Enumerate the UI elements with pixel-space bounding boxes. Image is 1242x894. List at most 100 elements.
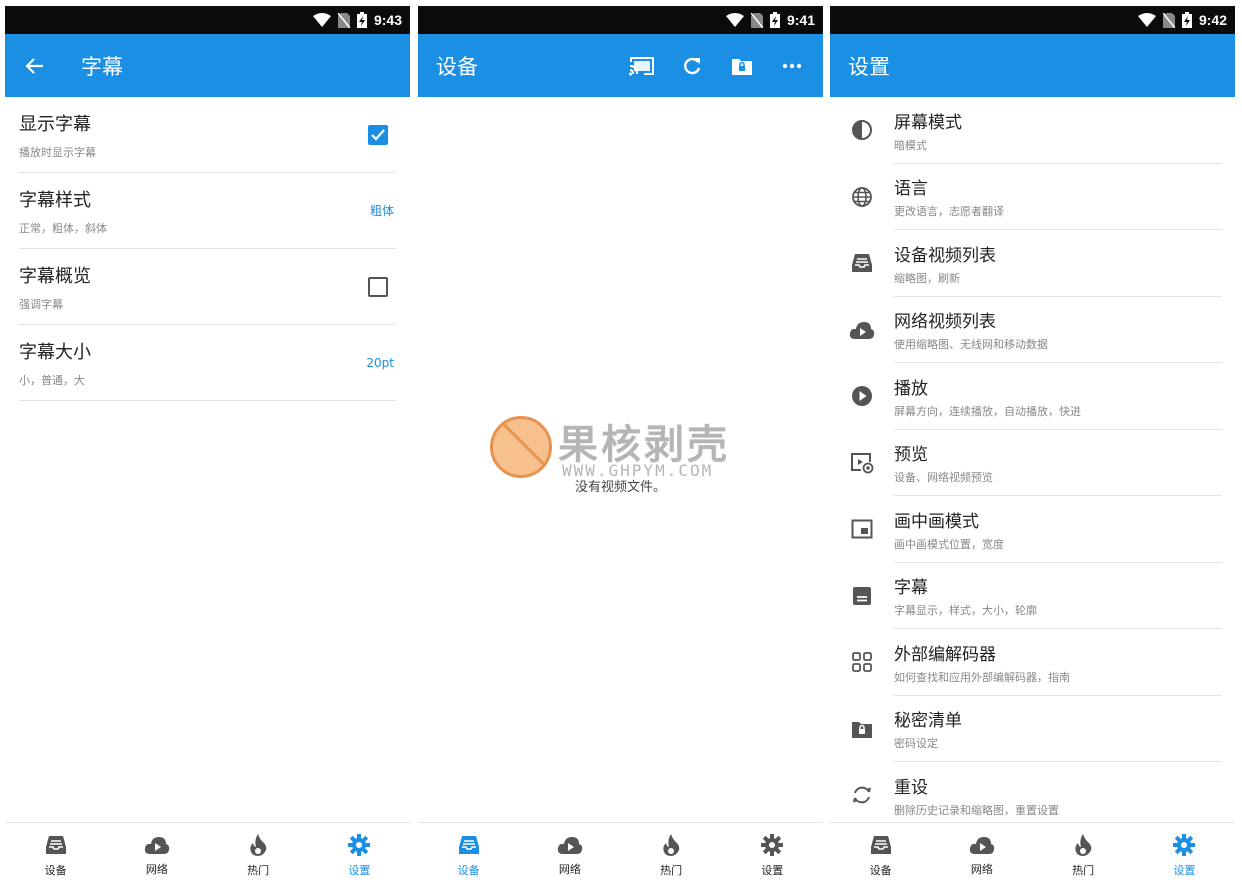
inbox-icon: [458, 835, 479, 854]
item-title: 语言: [894, 179, 928, 200]
status-bar: 9:42: [830, 6, 1235, 34]
cloud-play-icon: [557, 836, 583, 854]
item-title: 播放: [894, 378, 928, 399]
item-desc: 屏幕方向，连续播放，自动播放，快进: [894, 404, 1081, 418]
item-title: 重设: [894, 777, 928, 798]
flame-icon: [1075, 833, 1092, 856]
tab-label: 设置: [348, 863, 371, 877]
tab-label: 热门: [660, 863, 683, 877]
page-title: 设置: [848, 54, 890, 79]
item-desc: 画中画模式位置，宽度: [894, 537, 1004, 551]
status-time: 9:42: [1198, 12, 1227, 28]
tab-label: 设备: [869, 863, 892, 877]
item-title: 画中画模式: [894, 511, 979, 532]
subtitles-icon: [853, 586, 871, 605]
tab-label: 网络: [970, 862, 993, 876]
settings-item-screen-mode[interactable]: 屏幕模式 暗模式: [830, 97, 1235, 164]
tab-hot[interactable]: 热门: [208, 823, 309, 888]
reset-icon: [853, 786, 871, 804]
item-desc: 更改语言，志愿者翻译: [894, 205, 1004, 219]
app-bar: 设备: [418, 34, 823, 97]
settings-item-codec[interactable]: 外部编解码器如何查找和应用外部编解码器，指南: [830, 629, 1235, 696]
more-button[interactable]: [767, 41, 817, 91]
row-desc: 小，普通，大: [19, 373, 85, 387]
refresh-icon: [684, 57, 701, 74]
settings-item-playback[interactable]: 播放屏幕方向，连续播放，自动播放，快进: [830, 363, 1235, 430]
no-sim-icon: [750, 12, 763, 28]
settings-item-preview[interactable]: 预览 设备、网络视频预览: [830, 430, 1235, 497]
tab-label: 设备: [457, 863, 480, 877]
subtitle-screen: 9:43 字幕 显示字幕 播放时显示字幕 字幕样式 正常，粗体，斜体 粗体 字幕…: [5, 6, 410, 888]
subtitle-overview-checkbox[interactable]: [368, 276, 388, 297]
refresh-button[interactable]: [667, 41, 717, 91]
show-subtitle-row[interactable]: 显示字幕 播放时显示字幕: [19, 97, 396, 173]
tab-device[interactable]: 设备: [830, 823, 931, 888]
row-desc: 强调字幕: [19, 297, 63, 311]
app-bar: 字幕: [5, 34, 410, 97]
back-button[interactable]: [5, 56, 65, 76]
settings-list: 屏幕模式 暗模式 语言更改语言，志愿者翻译 设备视频列表 缩略图，刷新 网络视频列表…: [830, 97, 1235, 829]
wifi-icon: [1137, 13, 1156, 27]
settings-item-pip[interactable]: 画中画模式画中画模式位置，宽度: [830, 496, 1235, 563]
tab-hot[interactable]: 热门: [621, 823, 722, 888]
battery-charging-icon: [769, 12, 780, 28]
item-title: 设备视频列表: [894, 245, 996, 266]
tab-label: 设置: [761, 863, 784, 877]
globe-icon: [852, 186, 872, 207]
inbox-icon: [852, 254, 872, 273]
item-title: 字幕: [894, 578, 928, 599]
codec-icon: [852, 652, 872, 673]
no-sim-icon: [337, 12, 350, 28]
tab-settings[interactable]: 设置: [722, 823, 823, 888]
wifi-icon: [312, 13, 331, 27]
status-bar: 9:43: [5, 6, 410, 34]
secret-folder-button[interactable]: [717, 41, 767, 91]
settings-screen: 9:42 设置 屏幕模式 暗模式 语言更改语言，志愿者翻译 设备视频列表 缩略图，刷…: [830, 6, 1235, 888]
item-desc: 设备、网络视频预览: [894, 471, 993, 485]
subtitle-size-row[interactable]: 字幕大小 小，普通，大 20pt: [19, 325, 396, 401]
inbox-icon: [870, 835, 891, 854]
tab-device[interactable]: 设备: [5, 823, 106, 888]
check-icon: [371, 128, 385, 141]
settings-item-reset[interactable]: 重设 删除历史记录和缩略图，重置设置: [830, 762, 1235, 829]
cast-icon: [629, 56, 654, 75]
item-desc: 使用缩略图、无线网和移动数据: [894, 338, 1048, 352]
subtitle-overview-row[interactable]: 字幕概览 强调字幕: [19, 249, 396, 325]
no-sim-icon: [1162, 12, 1175, 28]
lock-folder-icon: [732, 58, 752, 75]
subtitle-style-row[interactable]: 字幕样式 正常，粗体，斜体 粗体: [19, 173, 396, 249]
bottom-nav: 设备 网络 热门 设置: [418, 822, 823, 888]
battery-charging-icon: [1181, 12, 1192, 28]
settings-item-network-list[interactable]: 网络视频列表使用缩略图、无线网和移动数据: [830, 297, 1235, 364]
gear-icon: [348, 833, 371, 856]
tab-label: 设备: [44, 863, 67, 877]
settings-item-language[interactable]: 语言更改语言，志愿者翻译: [830, 164, 1235, 231]
show-subtitle-checkbox[interactable]: [368, 124, 388, 145]
item-title: 外部编解码器: [894, 644, 996, 665]
row-desc: 播放时显示字幕: [19, 145, 96, 159]
gear-icon: [761, 833, 784, 856]
tab-network[interactable]: 网络: [519, 823, 620, 888]
tab-settings[interactable]: 设置: [1134, 823, 1235, 888]
item-desc: 如何查找和应用外部编解码器，指南: [894, 670, 1070, 684]
gear-icon: [1173, 833, 1196, 856]
item-title: 秘密清单: [894, 711, 962, 732]
flame-icon: [663, 833, 680, 856]
settings-item-device-list[interactable]: 设备视频列表 缩略图，刷新: [830, 230, 1235, 297]
cloud-play-icon: [969, 836, 995, 854]
tab-network[interactable]: 网络: [931, 823, 1032, 888]
bottom-nav: 设备 网络 热门 设置: [830, 822, 1235, 888]
settings-item-subtitles[interactable]: 字幕 字幕显示，样式，大小，轮廓: [830, 563, 1235, 630]
tab-hot[interactable]: 热门: [1033, 823, 1134, 888]
row-title: 显示字幕: [19, 113, 91, 135]
pip-icon: [851, 519, 873, 539]
tab-settings[interactable]: 设置: [309, 823, 410, 888]
tab-network[interactable]: 网络: [106, 823, 207, 888]
item-title: 网络视频列表: [894, 312, 996, 333]
status-bar: 9:41: [418, 6, 823, 34]
page-title: 字幕: [81, 54, 123, 79]
cast-button[interactable]: [617, 41, 667, 91]
tab-device[interactable]: 设备: [418, 823, 519, 888]
more-icon: [782, 63, 802, 68]
settings-item-secret-list[interactable]: 秘密清单 密码设定: [830, 696, 1235, 763]
